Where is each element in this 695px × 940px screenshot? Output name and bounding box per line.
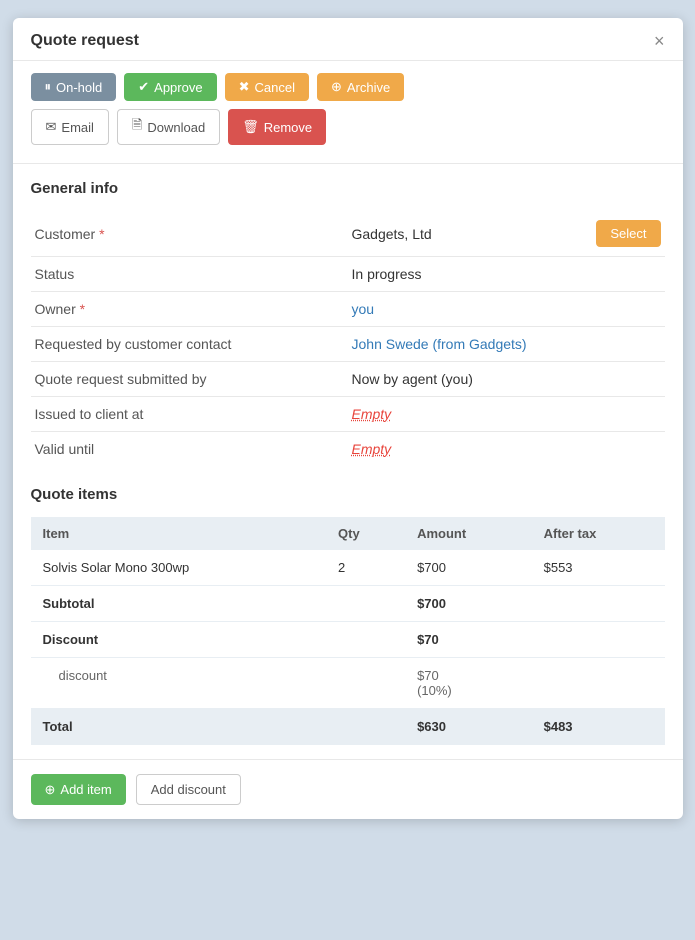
- total-amount: $630: [405, 709, 532, 745]
- discount-label: Discount: [31, 622, 327, 658]
- submitted-by-value: Now by agent (you): [348, 362, 665, 397]
- owner-row: Owner * you: [31, 292, 665, 327]
- table-row: Solvis Solar Mono 300wp 2 $700 $553: [31, 550, 665, 586]
- discount-detail-amount: $70 (10%): [405, 658, 532, 709]
- customer-value-row: Gadgets, Ltd Select: [352, 220, 661, 247]
- item-name: Solvis Solar Mono 300wp: [31, 550, 327, 586]
- modal-header: Quote request ×: [13, 18, 683, 61]
- plus-icon: ⊕: [45, 782, 56, 798]
- archive-button[interactable]: ⊕ Archive: [317, 73, 404, 101]
- col-qty: Qty: [326, 517, 405, 550]
- items-table-header: Item Qty Amount After tax: [31, 517, 665, 550]
- cancel-button[interactable]: ✖ Cancel: [225, 73, 309, 101]
- owner-link[interactable]: you: [352, 301, 375, 317]
- item-qty: 2: [326, 550, 405, 586]
- quote-items-table: Item Qty Amount After tax Solvis Solar M…: [31, 517, 665, 745]
- discount-detail-row: discount $70 (10%): [31, 658, 665, 709]
- status-label: Status: [31, 257, 348, 292]
- owner-label: Owner: [35, 301, 76, 317]
- discount-row: Discount $70: [31, 622, 665, 658]
- modal-title: Quote request: [31, 32, 139, 50]
- add-item-button[interactable]: ⊕ Add item: [31, 774, 126, 805]
- email-button[interactable]: ✉ Email: [31, 109, 109, 145]
- envelope-icon: ✉: [46, 119, 57, 135]
- submitted-by-row: Quote request submitted by Now by agent …: [31, 362, 665, 397]
- status-row: Status In progress: [31, 257, 665, 292]
- toolbar: ⏸ On-hold ✔ Approve ✖ Cancel ⊕ Archive ✉…: [13, 61, 683, 164]
- archive-icon: ⊕: [331, 79, 342, 95]
- subtotal-amount: $700: [405, 586, 532, 622]
- quote-items-title: Quote items: [31, 486, 665, 503]
- general-info-title: General info: [31, 180, 665, 197]
- subtotal-row: Subtotal $700: [31, 586, 665, 622]
- quote-items-section: Quote items Item Qty Amount After tax So…: [13, 476, 683, 759]
- secondary-actions: ✉ Email 🗎 Download 🗑 Remove: [31, 109, 665, 145]
- valid-until-row: Valid until Empty: [31, 432, 665, 467]
- requested-by-label: Requested by customer contact: [31, 327, 348, 362]
- total-row: Total $630 $483: [31, 709, 665, 745]
- owner-required: *: [80, 301, 85, 317]
- subtotal-label: Subtotal: [31, 586, 327, 622]
- primary-actions: ⏸ On-hold ✔ Approve ✖ Cancel ⊕ Archive: [31, 73, 665, 101]
- discount-detail-name: discount: [31, 658, 327, 709]
- status-value: In progress: [348, 257, 665, 292]
- issued-at-value[interactable]: Empty: [352, 406, 392, 422]
- footer-actions: ⊕ Add item Add discount: [13, 759, 683, 819]
- check-icon: ✔: [138, 79, 149, 95]
- general-info-section: General info Customer * Gadgets, Ltd Sel…: [13, 164, 683, 476]
- onhold-button[interactable]: ⏸ On-hold: [31, 73, 117, 101]
- issued-at-label: Issued to client at: [31, 397, 348, 432]
- submitted-by-label: Quote request submitted by: [31, 362, 348, 397]
- discount-amount: $70: [405, 622, 532, 658]
- general-info-table: Customer * Gadgets, Ltd Select Status In…: [31, 211, 665, 466]
- select-button[interactable]: Select: [596, 220, 660, 247]
- items-table-body: Solvis Solar Mono 300wp 2 $700 $553 Subt…: [31, 550, 665, 745]
- col-after-tax: After tax: [532, 517, 665, 550]
- remove-button[interactable]: 🗑 Remove: [228, 109, 326, 145]
- item-after-tax: $553: [532, 550, 665, 586]
- customer-row: Customer * Gadgets, Ltd Select: [31, 211, 665, 257]
- approve-button[interactable]: ✔ Approve: [124, 73, 216, 101]
- customer-value: Gadgets, Ltd: [352, 226, 432, 242]
- pause-icon: ⏸: [45, 79, 52, 95]
- total-label: Total: [31, 709, 327, 745]
- close-button[interactable]: ×: [654, 32, 665, 50]
- trash-icon: 🗑: [242, 119, 259, 135]
- requested-by-link[interactable]: John Swede (from Gadgets): [352, 336, 527, 352]
- requested-by-row: Requested by customer contact John Swede…: [31, 327, 665, 362]
- col-amount: Amount: [405, 517, 532, 550]
- add-discount-button[interactable]: Add discount: [136, 774, 241, 805]
- quote-request-modal: Quote request × ⏸ On-hold ✔ Approve ✖ Ca…: [13, 18, 683, 819]
- col-item: Item: [31, 517, 327, 550]
- item-amount: $700: [405, 550, 532, 586]
- download-button[interactable]: 🗎 Download: [117, 109, 220, 145]
- customer-required: *: [99, 226, 104, 242]
- total-after-tax: $483: [532, 709, 665, 745]
- times-icon: ✖: [239, 79, 250, 95]
- file-icon: 🗎: [132, 116, 142, 138]
- issued-at-row: Issued to client at Empty: [31, 397, 665, 432]
- customer-label: Customer: [35, 226, 96, 242]
- valid-until-value[interactable]: Empty: [352, 441, 392, 457]
- valid-until-label: Valid until: [31, 432, 348, 467]
